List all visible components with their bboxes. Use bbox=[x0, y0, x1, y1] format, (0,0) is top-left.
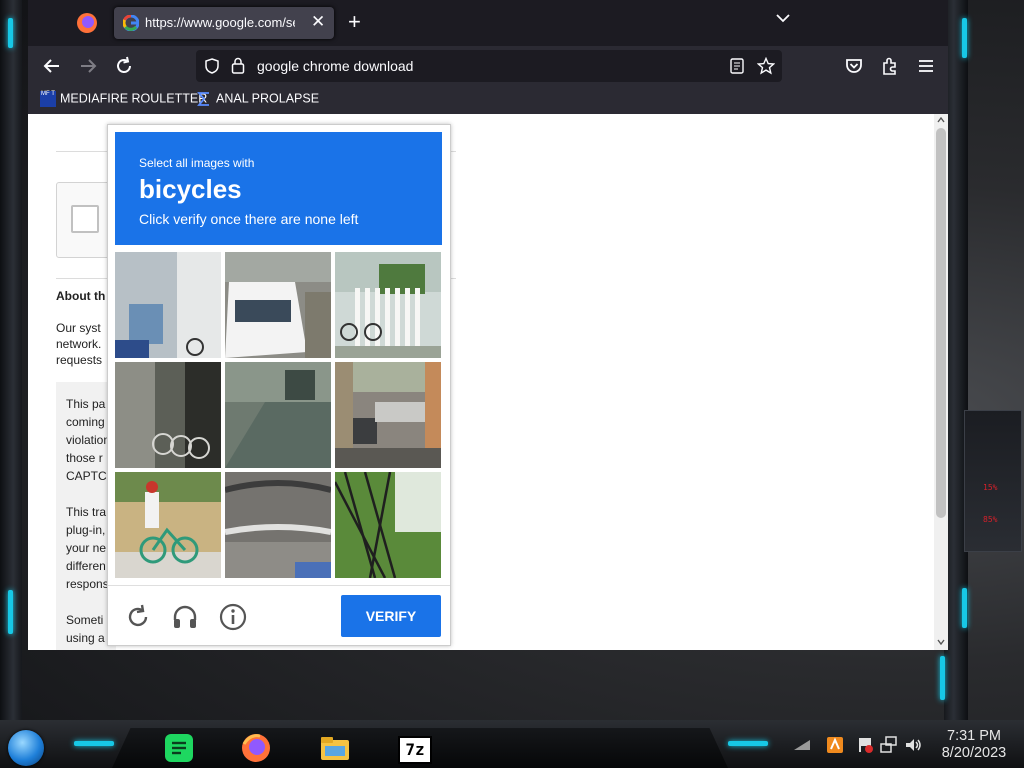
scroll-up-icon[interactable] bbox=[937, 117, 945, 123]
clock-time: 7:31 PM bbox=[947, 728, 1001, 744]
bookmark-prolapse[interactable]: ANAL PROLAPSE bbox=[196, 91, 319, 109]
taskbar-light bbox=[74, 741, 114, 746]
bookmark-label: MEDIAFIRE ROULETTER bbox=[60, 91, 208, 106]
captcha-tile-1[interactable] bbox=[115, 252, 221, 358]
captcha-dialog: Select all images with bicycles Click ve… bbox=[107, 124, 451, 646]
bookmark-mediafire[interactable]: MF T MEDIAFIRE ROULETTER bbox=[40, 91, 207, 109]
captcha-tile-3[interactable] bbox=[335, 252, 441, 358]
forward-arrow-icon[interactable] bbox=[76, 54, 100, 78]
pocket-icon[interactable] bbox=[842, 54, 866, 78]
captcha-tile-5[interactable] bbox=[225, 362, 331, 468]
bookmark-label: ANAL PROLAPSE bbox=[216, 91, 320, 106]
system-clock[interactable]: 7:31 PM 8/20/2023 bbox=[932, 728, 1016, 762]
headphones-icon[interactable] bbox=[170, 602, 200, 632]
url-bar[interactable]: google chrome download bbox=[196, 50, 782, 82]
captcha-instruction: Select all images with bbox=[139, 156, 255, 170]
mediafire-icon-text: MF T bbox=[41, 91, 55, 97]
notes-app-icon[interactable] bbox=[163, 732, 195, 764]
start-button[interactable] bbox=[8, 730, 44, 766]
firefox-taskbar-icon[interactable] bbox=[240, 732, 272, 764]
captcha-tile-2[interactable] bbox=[225, 252, 331, 358]
refresh-icon[interactable] bbox=[123, 602, 153, 632]
captcha-tile-4[interactable] bbox=[115, 362, 221, 468]
reload-icon[interactable] bbox=[112, 54, 136, 78]
tab-strip: https://www.google.com/search ✕ + bbox=[28, 0, 948, 46]
captcha-tile-9[interactable] bbox=[335, 472, 441, 578]
network-icon[interactable] bbox=[880, 736, 898, 754]
taskbar: 7z 7:31 PM 8/20/2023 bbox=[0, 720, 1024, 768]
extensions-icon[interactable] bbox=[878, 54, 902, 78]
frame-light bbox=[8, 590, 13, 634]
bookmark-star-icon[interactable] bbox=[757, 57, 775, 75]
frame-light bbox=[962, 588, 967, 628]
page-scrollbar[interactable] bbox=[934, 114, 948, 650]
tab-active[interactable]: https://www.google.com/search ✕ bbox=[114, 7, 334, 39]
close-icon[interactable]: ✕ bbox=[311, 11, 325, 33]
clock-date: 8/20/2023 bbox=[941, 745, 1007, 761]
page-content: About th Our syst network. requests This… bbox=[28, 114, 934, 650]
frame-light bbox=[940, 656, 945, 700]
reader-view-icon[interactable] bbox=[730, 58, 744, 74]
page-paragraph: Our syst network. requests bbox=[56, 321, 103, 367]
mediafire-icon: MF T bbox=[40, 91, 56, 107]
chevron-down-icon[interactable] bbox=[776, 13, 790, 23]
scroll-down-icon[interactable] bbox=[937, 639, 945, 645]
frame-light bbox=[8, 18, 13, 48]
action-center-flag-icon[interactable] bbox=[856, 736, 874, 754]
new-tab-icon[interactable]: + bbox=[348, 9, 361, 35]
captcha-tile-8[interactable] bbox=[225, 472, 331, 578]
taskbar-light bbox=[728, 741, 768, 746]
volume-icon[interactable] bbox=[904, 736, 922, 754]
captcha-target: bicycles bbox=[139, 174, 242, 204]
tab-title: https://www.google.com/search bbox=[145, 15, 295, 30]
menu-icon[interactable] bbox=[914, 54, 938, 78]
scroll-thumb[interactable] bbox=[936, 128, 946, 518]
recaptcha-checkbox[interactable] bbox=[71, 205, 99, 233]
navigation-bar: google chrome download bbox=[28, 46, 948, 86]
hud-panel: 15% 85% bbox=[964, 410, 1022, 552]
7zip-icon[interactable]: 7z bbox=[398, 736, 432, 764]
google-icon bbox=[123, 15, 139, 31]
file-explorer-icon[interactable] bbox=[319, 732, 351, 764]
sigma-icon bbox=[197, 92, 209, 106]
back-arrow-icon[interactable] bbox=[40, 54, 64, 78]
url-text: google chrome download bbox=[257, 58, 414, 74]
firefox-icon[interactable] bbox=[74, 10, 100, 36]
captcha-subinstruction: Click verify once there are none left bbox=[139, 211, 359, 227]
info-box-text: This pa coming violation those r CAPTC T… bbox=[66, 397, 111, 645]
lock-icon[interactable] bbox=[231, 57, 245, 74]
shield-icon[interactable] bbox=[204, 58, 220, 74]
info-icon[interactable] bbox=[218, 602, 248, 632]
captcha-tile-7[interactable] bbox=[115, 472, 221, 578]
desktop-frame-left bbox=[0, 0, 22, 768]
captcha-grid bbox=[115, 252, 442, 579]
hud-readout-top: 15% bbox=[983, 483, 998, 492]
divider bbox=[108, 585, 450, 586]
hud-readout-bottom: 85% bbox=[983, 515, 998, 524]
captcha-tile-6[interactable] bbox=[335, 362, 441, 468]
show-hidden-icons-icon[interactable] bbox=[793, 736, 811, 754]
7zip-label: 7z bbox=[405, 740, 425, 759]
bookmarks-toolbar: MF T MEDIAFIRE ROULETTER ANAL PROLAPSE bbox=[28, 86, 948, 114]
page-heading: About th bbox=[56, 289, 106, 303]
tray-app-icon[interactable] bbox=[826, 736, 844, 754]
captcha-header: Select all images with bicycles Click ve… bbox=[115, 132, 442, 245]
verify-button[interactable]: VERIFY bbox=[341, 595, 441, 637]
browser-window: https://www.google.com/search ✕ + google… bbox=[28, 0, 948, 650]
frame-light bbox=[962, 18, 967, 58]
